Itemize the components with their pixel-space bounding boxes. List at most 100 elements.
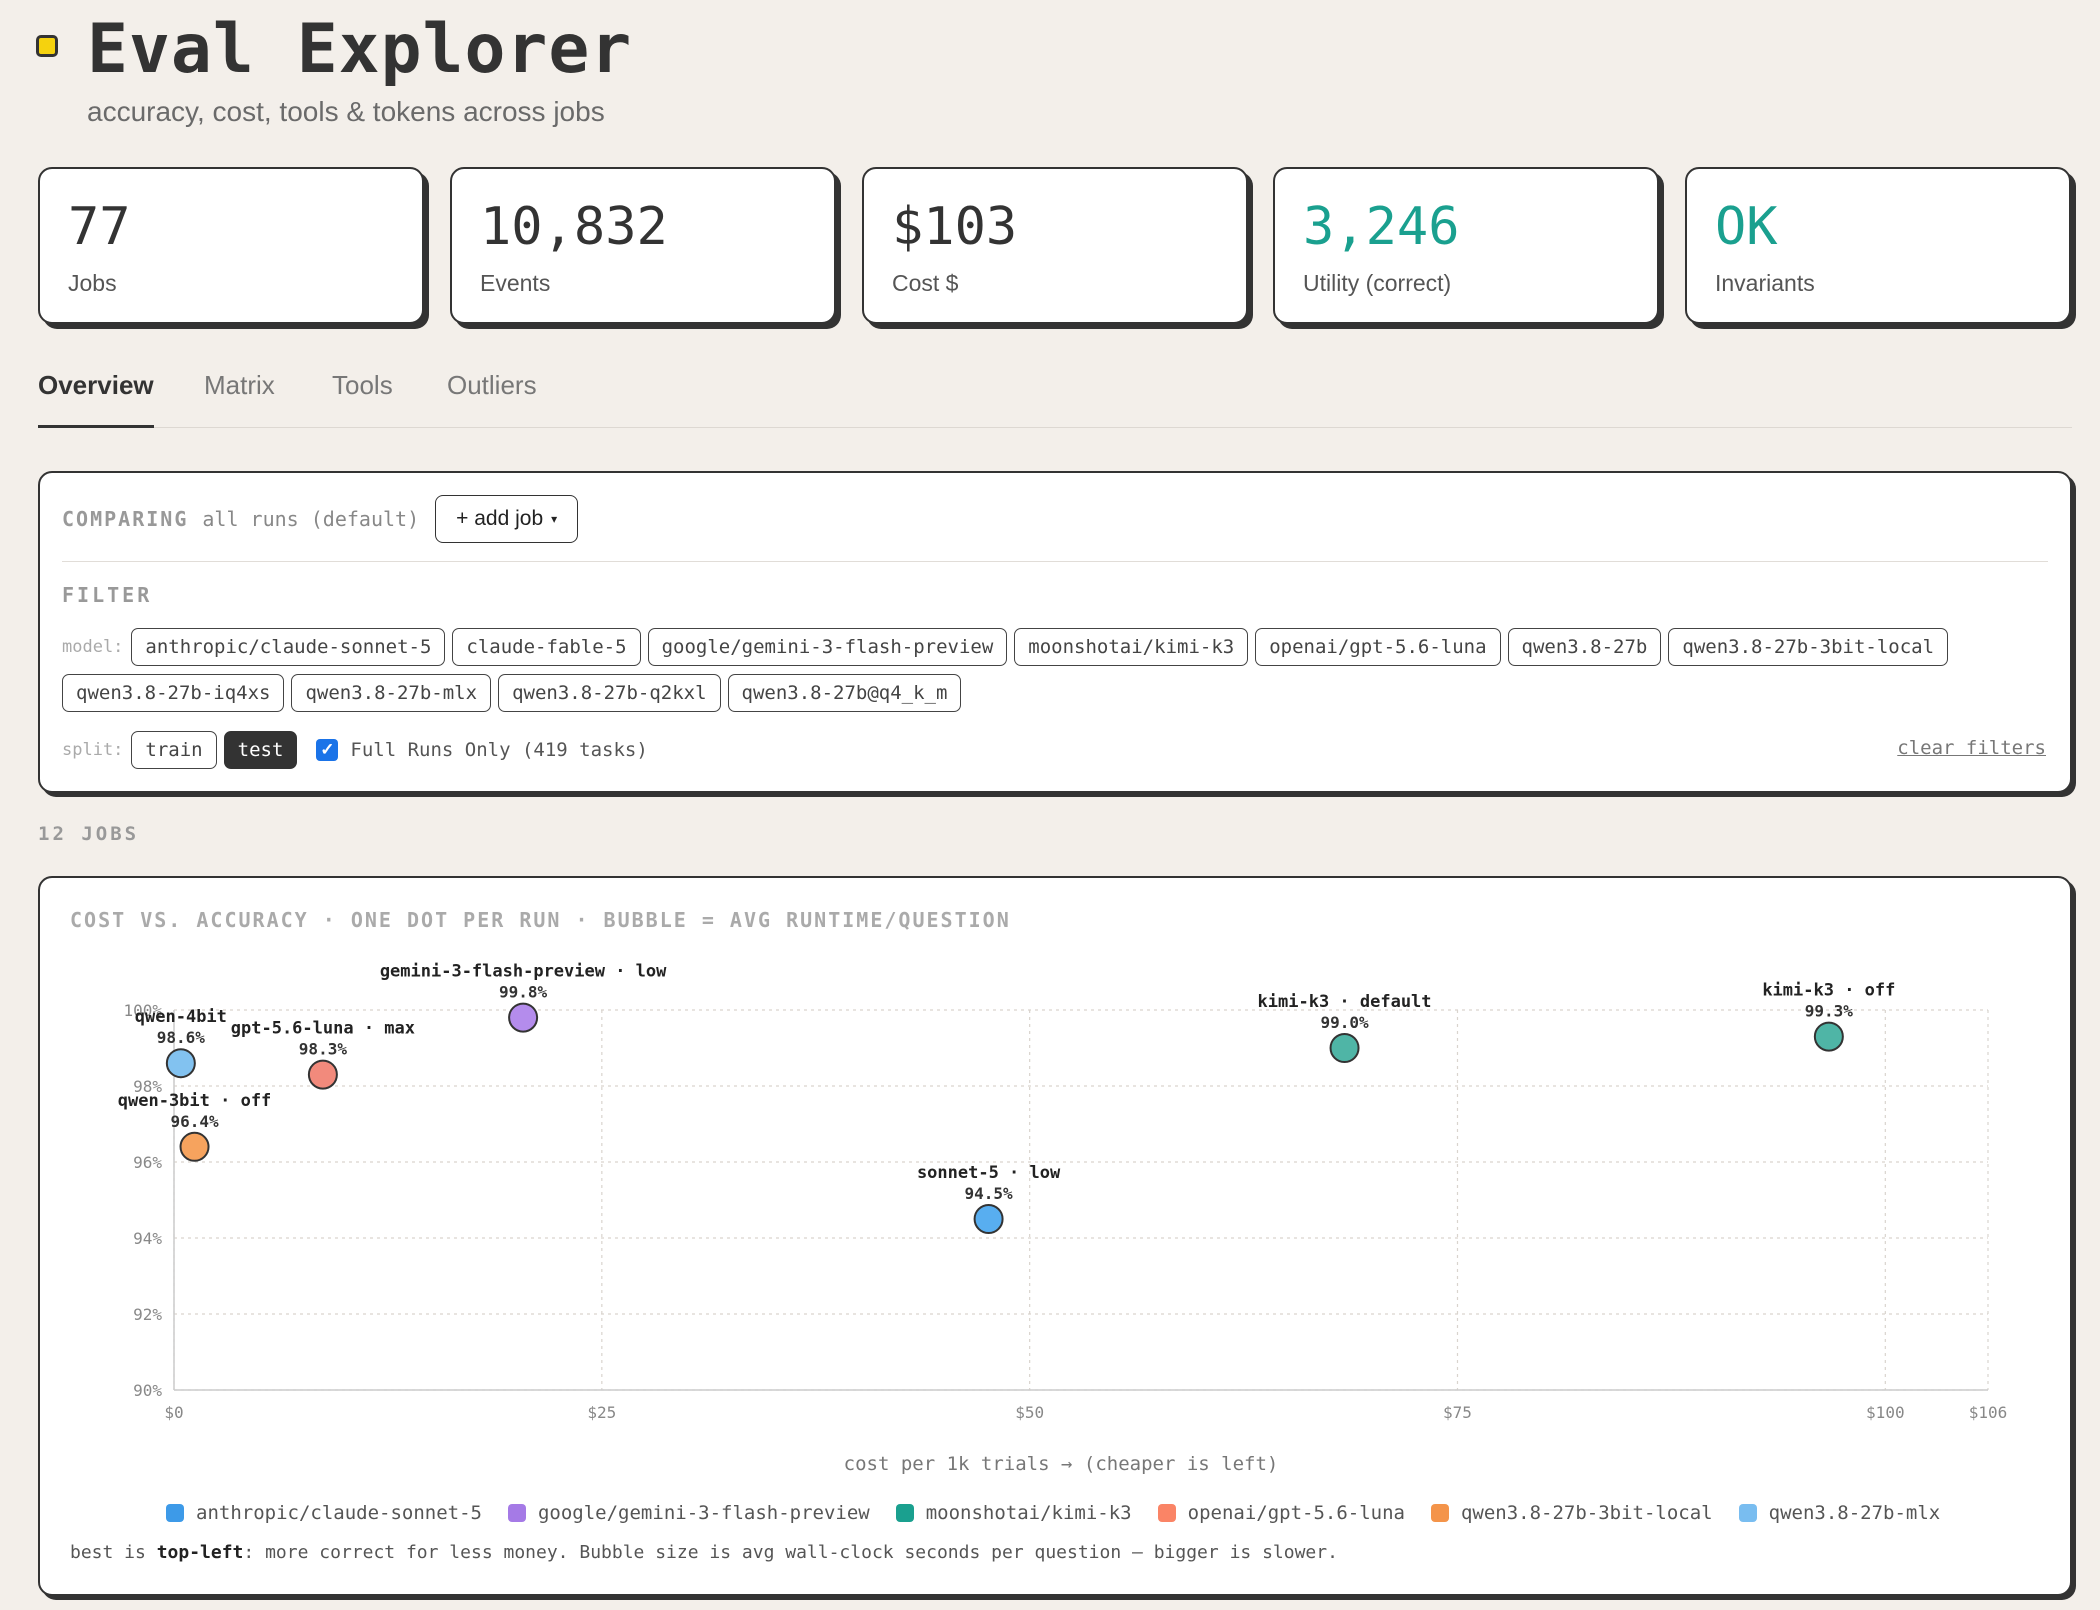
point-label: kimi-k3 · default bbox=[1258, 992, 1432, 1012]
comparing-row: COMPARING all runs (default) + add job ▾ bbox=[62, 495, 579, 543]
model-chip[interactable]: qwen3.8-27b-iq4xs bbox=[62, 674, 285, 712]
stat-card-cost: $103 Cost $ bbox=[862, 167, 1248, 324]
legend-swatch bbox=[1157, 1504, 1176, 1522]
y-tick-label: 90% bbox=[133, 1381, 162, 1400]
divider bbox=[62, 561, 2048, 562]
point-label: kimi-k3 · off bbox=[1762, 981, 1895, 1001]
model-chip[interactable]: qwen3.8-27b-mlx bbox=[291, 674, 492, 712]
add-job-button[interactable]: + add job ▾ bbox=[435, 495, 579, 543]
filter-title: FILTER bbox=[62, 583, 153, 607]
point-accuracy-label: 99.3% bbox=[1805, 1002, 1854, 1021]
chart-panel: COST VS. ACCURACY · ONE DOT PER RUN · BU… bbox=[38, 876, 2072, 1596]
model-filter-row-1: model: anthropic/claude-sonnet-5 claude-… bbox=[62, 628, 1955, 666]
legend-swatch bbox=[166, 1504, 184, 1522]
legend-item: qwen3.8-27b-mlx bbox=[1738, 1502, 1941, 1524]
point-label: qwen-4bit bbox=[135, 1007, 227, 1027]
model-filter-row-2: qwen3.8-27b-iq4xs qwen3.8-27b-mlx qwen3.… bbox=[62, 674, 968, 712]
full-runs-checkbox[interactable]: ✓ bbox=[316, 739, 339, 761]
y-tick-label: 96% bbox=[133, 1153, 162, 1172]
split-chip-test[interactable]: test bbox=[223, 731, 298, 769]
point-label: gemini-3-flash-preview · low bbox=[380, 962, 667, 982]
stat-card-jobs: 77 Jobs bbox=[38, 167, 424, 324]
stat-value: $103 bbox=[892, 197, 1018, 257]
model-chip[interactable]: qwen3.8-27b@q4_k_m bbox=[727, 674, 962, 712]
footnote-rest: : more correct for less money. Bubble si… bbox=[243, 1542, 1338, 1563]
y-tick-label: 94% bbox=[133, 1229, 162, 1248]
tab-tools[interactable]: Tools bbox=[332, 365, 393, 425]
add-job-label: + add job bbox=[456, 507, 544, 530]
legend-item: qwen3.8-27b-3bit-local bbox=[1430, 1502, 1713, 1524]
point-label: gpt-5.6-luna · max bbox=[231, 1019, 415, 1039]
legend-swatch bbox=[1430, 1504, 1449, 1522]
model-chip[interactable]: qwen3.8-27b-q2kxl bbox=[498, 674, 721, 712]
legend-swatch bbox=[1738, 1504, 1757, 1522]
x-tick-label: $50 bbox=[1015, 1403, 1044, 1422]
tab-bar: Overview Matrix Tools Outliers bbox=[38, 365, 2072, 428]
x-tick-label: $106 bbox=[1969, 1403, 2008, 1422]
comparing-note: all runs (default) bbox=[202, 507, 420, 531]
x-axis-label: cost per 1k trials → (cheaper is left) bbox=[844, 1453, 1279, 1475]
x-tick-label: $75 bbox=[1443, 1403, 1472, 1422]
model-chip[interactable]: anthropic/claude-sonnet-5 bbox=[131, 628, 446, 666]
chart-footnote: best is top-left: more correct for less … bbox=[70, 1542, 1338, 1563]
stat-label: Events bbox=[480, 270, 551, 296]
footnote-bold: top-left bbox=[156, 1542, 244, 1563]
x-tick-label: $0 bbox=[164, 1403, 183, 1422]
app-title: Eval Explorer bbox=[87, 10, 633, 89]
chart-legend: anthropic/claude-sonnet-5 google/gemini-3… bbox=[166, 1502, 1966, 1524]
data-point bbox=[179, 1131, 210, 1162]
legend-item: google/gemini-3-flash-preview bbox=[507, 1502, 870, 1524]
legend-item: moonshotai/kimi-k3 bbox=[895, 1502, 1132, 1524]
model-chip[interactable]: openai/gpt-5.6-luna bbox=[1255, 628, 1501, 666]
stat-card-events: 10,832 Events bbox=[450, 167, 836, 324]
point-label: qwen-3bit · off bbox=[118, 1091, 272, 1111]
split-filter-row: split: train test ✓ Full Runs Only (419 … bbox=[62, 731, 648, 769]
clear-filters-link[interactable]: clear filters bbox=[1897, 737, 2046, 759]
check-icon: ✓ bbox=[320, 740, 335, 759]
data-point bbox=[1813, 1021, 1844, 1052]
model-chip[interactable]: google/gemini-3-flash-preview bbox=[647, 628, 1008, 666]
stat-card-invariants: OK Invariants bbox=[1685, 167, 2071, 324]
app-subtitle: accuracy, cost, tools & tokens across jo… bbox=[87, 96, 605, 127]
chevron-down-icon: ▾ bbox=[551, 512, 558, 526]
y-tick-label: 92% bbox=[133, 1305, 162, 1324]
model-chip[interactable]: claude-fable-5 bbox=[452, 628, 641, 666]
legend-label: anthropic/claude-sonnet-5 bbox=[196, 1502, 482, 1524]
model-chip[interactable]: qwen3.8-27b-3bit-local bbox=[1668, 628, 1949, 666]
stat-label: Utility (correct) bbox=[1303, 270, 1452, 296]
stat-label: Cost $ bbox=[892, 270, 959, 296]
legend-label: moonshotai/kimi-k3 bbox=[925, 1502, 1132, 1524]
legend-item: anthropic/claude-sonnet-5 bbox=[166, 1502, 482, 1524]
model-chip[interactable]: qwen3.8-27b bbox=[1507, 628, 1662, 666]
point-accuracy-label: 94.5% bbox=[965, 1184, 1014, 1203]
split-chip-train[interactable]: train bbox=[131, 731, 217, 769]
x-tick-label: $25 bbox=[587, 1403, 616, 1422]
tab-outliers[interactable]: Outliers bbox=[447, 365, 537, 425]
stat-card-utility: 3,246 Utility (correct) bbox=[1273, 167, 1659, 324]
tab-matrix[interactable]: Matrix bbox=[204, 365, 275, 425]
model-chip[interactable]: moonshotai/kimi-k3 bbox=[1014, 628, 1249, 666]
legend-label: google/gemini-3-flash-preview bbox=[537, 1502, 870, 1524]
legend-swatch bbox=[895, 1504, 914, 1522]
stat-value: 3,246 bbox=[1303, 197, 1460, 257]
data-point bbox=[307, 1059, 338, 1090]
jobs-count: 12 JOBS bbox=[38, 823, 140, 845]
point-accuracy-label: 98.3% bbox=[299, 1040, 348, 1059]
point-accuracy-label: 96.4% bbox=[170, 1112, 219, 1131]
point-accuracy-label: 98.6% bbox=[157, 1028, 206, 1047]
stat-value: OK bbox=[1715, 197, 1778, 257]
legend-label: qwen3.8-27b-mlx bbox=[1768, 1502, 1941, 1524]
stat-label: Invariants bbox=[1715, 270, 1815, 296]
legend-label: openai/gpt-5.6-luna bbox=[1187, 1502, 1405, 1524]
footnote-prefix: best is bbox=[70, 1542, 157, 1563]
legend-swatch bbox=[507, 1504, 526, 1522]
tab-overview[interactable]: Overview bbox=[38, 365, 154, 428]
stat-value: 10,832 bbox=[480, 197, 668, 257]
split-label: split: bbox=[62, 740, 124, 760]
point-label: sonnet-5 · low bbox=[917, 1163, 1061, 1183]
full-runs-label: Full Runs Only (419 tasks) bbox=[350, 739, 648, 761]
stat-value: 77 bbox=[68, 197, 131, 257]
point-accuracy-label: 99.8% bbox=[499, 983, 548, 1002]
data-point bbox=[973, 1204, 1004, 1234]
data-point bbox=[508, 1002, 539, 1033]
